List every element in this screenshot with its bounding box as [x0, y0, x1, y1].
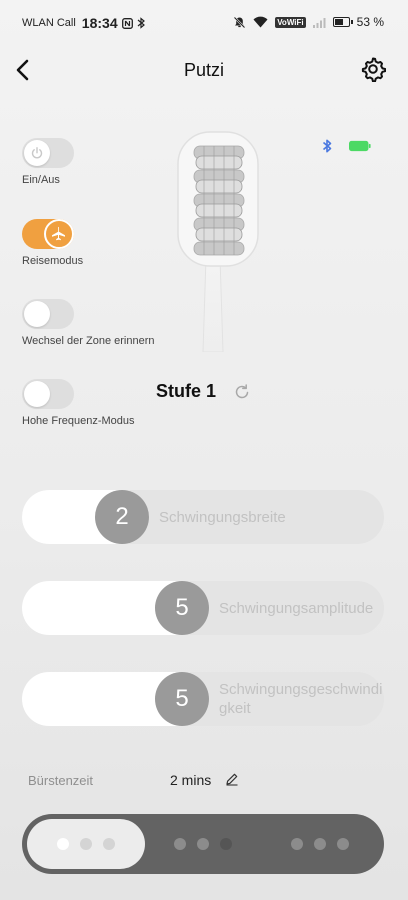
bluetooth-icon — [322, 139, 332, 153]
mode-option-3[interactable] — [261, 819, 379, 869]
pencil-icon — [226, 773, 238, 786]
wifi-icon — [253, 16, 268, 28]
travel-mode-label: Reisemodus — [22, 255, 84, 267]
slider-label: Schwingungsgeschwindigkeit — [219, 681, 383, 717]
slider-label: Schwingungsamplitude — [219, 599, 374, 617]
slider-thumb[interactable]: 2 — [95, 490, 149, 544]
slider-thumb[interactable]: 5 — [155, 581, 209, 635]
zone-reminder-label: Wechsel der Zone erinnern — [22, 335, 155, 347]
power-toggle[interactable] — [22, 138, 74, 168]
zone-reminder-group: Wechsel der Zone erinnern — [22, 299, 154, 347]
page-title: Putzi — [183, 60, 225, 80]
settings-button[interactable] — [360, 56, 387, 83]
mode-dot — [337, 838, 349, 850]
mode-dot — [103, 838, 115, 850]
mode-dot — [197, 838, 209, 850]
mode-dot — [57, 838, 69, 850]
signal-icon — [312, 17, 326, 28]
mode-dot — [80, 838, 92, 850]
battery-icon — [332, 17, 353, 27]
power-toggle-label: Ein/Aus — [22, 174, 60, 186]
travel-mode-group: Reisemodus — [22, 219, 83, 267]
battery-percent: 53 % — [356, 15, 384, 29]
status-bar: WLAN Call 18:34 VoWiFi 53 % — [0, 0, 408, 44]
high-frequency-toggle[interactable] — [22, 379, 74, 409]
travel-mode-toggle[interactable] — [22, 219, 74, 249]
gear-icon — [361, 57, 387, 83]
level-label: Stufe 1 — [156, 381, 217, 401]
status-left: WLAN Call 18:34 — [22, 15, 145, 31]
clock: 18:34 — [81, 15, 118, 31]
mode-option-2[interactable] — [144, 819, 262, 869]
carrier-label: WLAN Call — [22, 17, 76, 29]
vibration-speed-slider[interactable]: 5 Schwingungsgeschwindigkeit — [22, 672, 384, 726]
bluetooth-status-icon — [137, 17, 145, 29]
refresh-icon — [235, 384, 249, 399]
brush-time-value[interactable]: 2 mins — [170, 772, 211, 788]
mute-icon — [233, 16, 246, 28]
device-battery-icon — [349, 140, 371, 152]
nfc-icon — [121, 17, 133, 29]
mode-dot — [174, 838, 186, 850]
status-right: VoWiFi 53 % — [233, 15, 384, 29]
mode-option-1[interactable] — [27, 819, 145, 869]
high-frequency-group: Hohe Frequenz-Modus — [22, 379, 135, 427]
power-icon — [24, 140, 50, 166]
mode-dot — [220, 838, 232, 850]
zone-reminder-toggle[interactable] — [22, 299, 74, 329]
brush-time-label: Bürstenzeit — [28, 773, 94, 788]
mode-dot — [291, 838, 303, 850]
vibration-amplitude-slider[interactable]: 5 Schwingungsamplitude — [22, 581, 384, 635]
mode-selector — [22, 814, 384, 874]
refresh-button[interactable] — [232, 382, 252, 402]
mode-dot — [314, 838, 326, 850]
power-toggle-group: Ein/Aus — [22, 138, 74, 186]
vowifi-badge: VoWiFi — [275, 16, 306, 28]
slider-thumb[interactable]: 5 — [155, 672, 209, 726]
slider-label: Schwingungsbreite — [159, 508, 286, 526]
high-frequency-label: Hohe Frequenz-Modus — [22, 415, 135, 427]
airplane-icon — [44, 219, 74, 249]
edit-brush-time-button[interactable] — [225, 772, 239, 786]
vibration-width-slider[interactable]: 2 Schwingungsbreite — [22, 490, 384, 544]
brush-head-image — [177, 131, 259, 352]
